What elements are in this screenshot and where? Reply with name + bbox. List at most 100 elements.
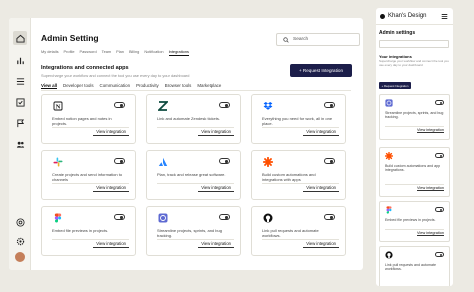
brand-name: Khan's Design (388, 13, 427, 19)
category-communication[interactable]: Communication (100, 83, 131, 89)
mobile-header: Khan's Design (376, 8, 453, 25)
divider (385, 229, 444, 230)
integration-toggle[interactable] (324, 102, 335, 108)
integration-description: Embed file previews in projects. (52, 228, 109, 233)
integration-description: Plan, track and release great software. (157, 172, 226, 177)
category-browser-tools[interactable]: Browser tools (165, 83, 192, 89)
request-integration-button[interactable]: + Request Integration (290, 64, 352, 77)
integration-toggle[interactable] (435, 153, 444, 158)
menu-icon[interactable] (441, 13, 448, 20)
checkbox-icon[interactable] (13, 95, 27, 109)
integration-toggle[interactable] (324, 158, 335, 164)
mobile-preview: Khan's Design Admin settings Your integr… (376, 8, 453, 286)
integration-toggle[interactable] (435, 100, 444, 105)
tab-password[interactable]: Password (80, 49, 97, 56)
figma-icon (52, 212, 63, 223)
atlassian-icon (157, 156, 168, 167)
tab-billing[interactable]: Billing (129, 49, 139, 56)
integration-description: Link pull requests and automate workflow… (262, 228, 319, 238)
linear-icon (385, 99, 393, 107)
sidebar (9, 18, 31, 270)
tab-profile[interactable]: Profile (64, 49, 75, 56)
users-icon[interactable] (13, 137, 27, 151)
brand-logo-icon (380, 14, 385, 19)
category-view-all[interactable]: View all (41, 83, 58, 89)
help-icon[interactable] (13, 215, 27, 229)
view-integration-button[interactable]: View integration (303, 128, 339, 136)
integration-card-zendesk: Link and automate Zendesk tickets. View … (146, 94, 241, 144)
view-integration-button[interactable]: View integration (198, 184, 234, 192)
search-input[interactable]: Search (276, 33, 360, 46)
integration-toggle[interactable] (219, 102, 230, 108)
category-marketplace[interactable]: Marketplace (197, 83, 221, 89)
integration-card-notion: N Embed notion pages and notes in projec… (41, 94, 136, 144)
mobile-select[interactable] (379, 40, 449, 48)
chart-icon[interactable] (13, 53, 27, 67)
integration-description: Embed file previews in projects. (385, 218, 436, 222)
admin-window: Admin Setting Search My details Profile … (9, 18, 363, 270)
integration-toggle[interactable] (114, 102, 125, 108)
integration-description: Build custom automations and integration… (262, 172, 316, 182)
integration-toggle[interactable] (114, 214, 125, 220)
view-integration-button[interactable]: View integration (93, 184, 129, 192)
settings-tabs: My details Profile Password Team Plan Bi… (41, 49, 189, 56)
view-integration-button[interactable]: View integration (417, 186, 444, 191)
mobile-integration-card-figma: Embed file previews in projects. View in… (379, 201, 450, 242)
integration-description: Build custom automations and app integra… (385, 164, 441, 173)
mobile-request-integration-button[interactable]: + Request Integration (379, 82, 411, 89)
category-filter: View all Developer tools Communication P… (41, 83, 221, 89)
integration-card-atlassian: Plan, track and release great software. … (146, 150, 241, 200)
zendesk-icon (157, 100, 168, 111)
section-title: Integrations and connected apps (41, 65, 129, 71)
view-integration-button[interactable]: View integration (303, 240, 339, 248)
integration-description: Link pull requests and automate workflow… (385, 263, 436, 272)
integration-description: Everything you need for work, all in one… (262, 116, 333, 126)
integration-description: Link and automate Zendesk tickets. (157, 116, 220, 121)
view-integration-button[interactable]: View integration (93, 240, 129, 248)
tab-team[interactable]: Team (102, 49, 112, 56)
mobile-section-subtitle: Supercharge your workflow and connect th… (379, 59, 449, 67)
view-integration-button[interactable]: View integration (417, 231, 444, 236)
view-integration-button[interactable]: View integration (417, 128, 444, 133)
tab-integrations[interactable]: Integrations (168, 49, 189, 56)
view-integration-button[interactable]: View integration (93, 128, 129, 136)
layers-icon[interactable] (13, 74, 27, 88)
view-integration-button[interactable]: View integration (198, 128, 234, 136)
github-icon (262, 212, 273, 223)
tab-my-details[interactable]: My details (41, 49, 59, 56)
page-title: Admin Setting (41, 33, 99, 43)
zapier-icon (262, 156, 273, 167)
notion-icon: N (52, 100, 63, 111)
integration-card-github: Link pull requests and automate workflow… (251, 206, 346, 256)
mobile-integration-card-github: Link pull requests and automate workflow… (379, 246, 450, 286)
slack-icon (52, 156, 63, 167)
view-integration-button[interactable]: View integration (303, 184, 339, 192)
view-integration-button[interactable]: View integration (198, 240, 234, 248)
integration-toggle[interactable] (219, 158, 230, 164)
integration-toggle[interactable] (219, 214, 230, 220)
flag-icon[interactable] (13, 116, 27, 130)
integration-card-linear: Streamline projects, sprints, and bug tr… (146, 206, 241, 256)
integration-card-dropbox: Everything you need for work, all in one… (251, 94, 346, 144)
zapier-icon (385, 152, 393, 160)
settings-icon[interactable] (13, 234, 27, 248)
integration-toggle[interactable] (435, 207, 444, 212)
avatar[interactable] (15, 252, 25, 262)
integration-toggle[interactable] (324, 214, 335, 220)
divider (385, 184, 444, 185)
integration-description: Embed notion pages and notes in projects… (52, 116, 112, 126)
integration-toggle[interactable] (435, 252, 444, 257)
integration-toggle[interactable] (114, 158, 125, 164)
category-developer-tools[interactable]: Developer tools (63, 83, 94, 89)
section-subtitle: Supercharge your workflow and connect th… (41, 73, 190, 78)
divider (385, 126, 444, 127)
category-productivity[interactable]: Productivity (136, 83, 159, 89)
integration-description: Streamline projects, sprints, and bug tr… (385, 111, 444, 120)
tab-notification[interactable]: Notification (144, 49, 163, 56)
integration-card-zapier: Build custom automations and integration… (251, 150, 346, 200)
integration-card-figma: Embed file previews in projects. View in… (41, 206, 136, 256)
search-placeholder: Search (293, 37, 309, 42)
home-icon[interactable] (13, 31, 27, 45)
tab-plan[interactable]: Plan (116, 49, 124, 56)
svg-text:N: N (55, 103, 60, 110)
